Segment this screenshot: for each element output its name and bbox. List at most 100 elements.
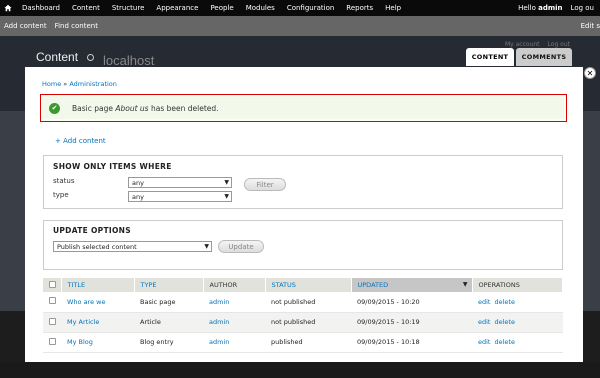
overlay-dialog: Home » Administration ✔ Basic page About… [25,67,583,362]
close-icon: ✕ [586,68,594,78]
delete-link[interactable]: delete [494,298,514,306]
shortcut-find-content[interactable]: Find content [51,22,102,30]
row-title-cell: My Article [61,312,134,333]
edit-link[interactable]: edit [478,338,490,346]
edit-shortcuts-link[interactable]: Edit s [577,22,600,30]
row-select-cell [43,332,61,353]
operation-select[interactable]: Publish selected content ▼ [53,241,212,252]
toolbar-item-appearance[interactable]: Appearance [150,4,204,12]
toolbar-item-reports[interactable]: Reports [340,4,379,12]
type-label: type [53,191,69,199]
row-operations: edit delete [472,332,563,353]
row-author-link[interactable]: admin [209,338,229,346]
user-links: My account Log out [505,41,570,48]
status-message-body: ✔ Basic page About us has been deleted. [43,97,564,119]
status-message-text: Basic page About us has been deleted. [72,104,219,113]
admin-toolbar: Dashboard Content Structure Appearance P… [0,0,600,16]
row-operations: edit delete [472,292,563,313]
plus-icon: + [55,137,64,145]
row-type: Basic page [134,292,203,313]
toolbar-item-dashboard[interactable]: Dashboard [16,4,66,12]
column-updated-label: UPDATED [357,281,389,289]
row-status: published [265,332,351,353]
row-operations: edit delete [472,312,563,333]
row-title-cell: My Blog [61,332,134,353]
my-account-link[interactable]: My account [505,41,540,48]
message-prefix: Basic page [72,103,116,113]
edit-link[interactable]: edit [478,298,490,306]
shortcut-add-content[interactable]: Add content [0,22,51,30]
row-title-link[interactable]: My Article [67,318,99,326]
filter-fieldset: SHOW ONLY ITEMS WHERE status any ▼ type a… [43,155,563,209]
close-overlay-button[interactable]: ✕ [584,67,596,79]
row-type: Blog entry [134,332,203,353]
tab-comments[interactable]: COMMENTS [516,48,572,66]
breadcrumb: Home » Administration [42,80,117,88]
table-row: Who are we Basic page admin not publishe… [43,292,563,313]
hello-text: Hello admin [514,4,566,12]
filter-title: SHOW ONLY ITEMS WHERE [53,162,172,171]
breadcrumb-home[interactable]: Home [42,80,61,88]
toolbar-item-content[interactable]: Content [66,4,106,12]
row-updated: 09/09/2015 - 10:18 [351,332,472,353]
row-checkbox[interactable] [49,317,56,325]
sort-desc-icon: ▼ [462,281,468,288]
column-updated[interactable]: UPDATED ▼ [351,278,473,292]
page-title: Content [36,50,79,64]
column-type[interactable]: TYPE [134,278,204,292]
update-options-title: UPDATE OPTIONS [53,226,131,235]
filter-button[interactable]: Filter [244,178,286,191]
row-select-cell [43,292,61,313]
row-status: not published [265,312,351,333]
home-icon[interactable] [0,0,16,16]
type-select[interactable]: any ▼ [128,191,232,202]
row-author-cell: admin [203,312,265,333]
update-button[interactable]: Update [218,240,264,253]
row-author-link[interactable]: admin [209,318,229,326]
breadcrumb-administration[interactable]: Administration [69,80,117,88]
toolbar-item-configuration[interactable]: Configuration [281,4,340,12]
row-checkbox[interactable] [49,297,56,305]
delete-link[interactable]: delete [494,318,514,326]
table-header-row: TITLE TYPE AUTHOR STATUS UPDATED ▼ OPERAT… [43,278,563,292]
column-title[interactable]: TITLE [61,278,135,292]
row-checkbox[interactable] [49,337,56,345]
table-row: My Article Article admin not published 0… [43,312,563,333]
row-author-link[interactable]: admin [209,298,229,306]
breadcrumb-separator: » [63,80,68,88]
operation-select-value: Publish selected content [57,242,137,251]
row-author-cell: admin [203,292,265,313]
row-title-cell: Who are we [61,292,134,313]
chevron-down-icon: ▼ [224,179,229,186]
row-title-link[interactable]: Who are we [67,298,105,306]
status-select-value: any [132,178,144,187]
toolbar-item-structure[interactable]: Structure [106,4,151,12]
message-node-title: About us [115,103,149,113]
select-all-checkbox[interactable] [49,280,56,288]
row-title-link[interactable]: My Blog [67,338,93,346]
edit-link[interactable]: edit [478,318,490,326]
status-select[interactable]: any ▼ [128,177,232,188]
column-status[interactable]: STATUS [265,278,352,292]
toolbar-item-help[interactable]: Help [379,4,407,12]
footer-strip [0,362,600,378]
add-content-link[interactable]: + Add content [55,137,106,145]
row-select-cell [43,312,61,333]
row-updated: 09/09/2015 - 10:19 [351,312,472,333]
add-content-label: Add content [63,137,106,145]
type-select-value: any [132,192,144,201]
toolbar-item-people[interactable]: People [204,4,239,12]
row-type: Article [134,312,203,333]
toolbar-menu: Dashboard Content Structure Appearance P… [16,0,407,16]
username[interactable]: admin [538,4,562,12]
log-out-link[interactable]: Log out [548,41,570,48]
hello-label: Hello [518,4,536,12]
status-label: status [53,177,75,185]
logout-link[interactable]: Log ou [567,4,598,12]
tab-content[interactable]: CONTENT [466,48,514,66]
row-author-cell: admin [203,332,265,353]
chevron-down-icon: ▼ [224,193,229,200]
shortcut-star-icon[interactable] [87,54,94,61]
delete-link[interactable]: delete [494,338,514,346]
toolbar-item-modules[interactable]: Modules [240,4,281,12]
